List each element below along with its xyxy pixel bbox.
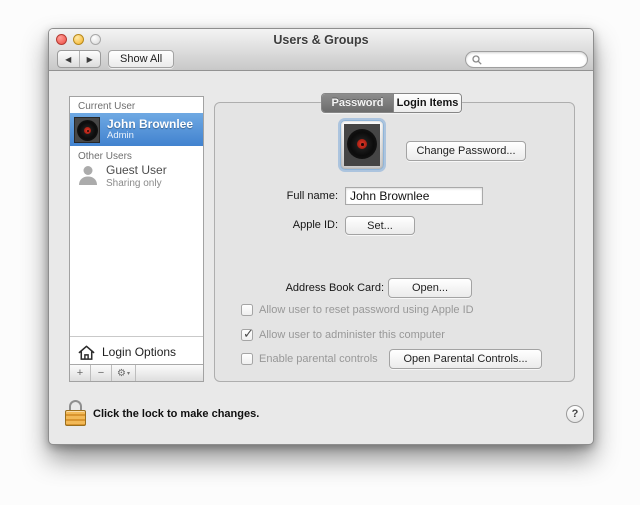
pane-tabs: Password Login Items <box>321 93 462 113</box>
user-list: Current User John Brownlee Admin Other U… <box>69 96 204 382</box>
change-password-button[interactable]: Change Password... <box>406 141 526 161</box>
vinyl-record-avatar <box>344 124 380 166</box>
checkmark-icon: ✓ <box>243 326 254 342</box>
gear-icon: ⚙ <box>117 368 126 379</box>
login-options-button[interactable]: Login Options <box>77 340 176 364</box>
help-button[interactable]: ? <box>566 405 584 423</box>
parental-controls-checkbox-label: Enable parental controls <box>259 353 378 365</box>
administer-checkbox-label: Allow user to administer this computer <box>259 329 445 341</box>
show-all-button[interactable]: Show All <box>108 50 174 68</box>
add-user-button[interactable]: + <box>70 365 91 381</box>
reset-password-checkbox-label: Allow user to reset password using Apple… <box>259 304 474 316</box>
person-silhouette-icon <box>76 163 100 187</box>
search-input[interactable] <box>485 54 575 66</box>
tab-password[interactable]: Password <box>322 94 393 112</box>
login-options-label: Login Options <box>102 345 176 359</box>
user-row-john-brownlee[interactable]: John Brownlee Admin <box>70 113 203 146</box>
actions-menu-button[interactable]: ⚙ ▾ <box>112 365 136 381</box>
lock-hint-text: Click the lock to make changes. <box>93 408 259 420</box>
back-button[interactable]: ◀ <box>58 51 80 67</box>
reset-password-checkbox[interactable] <box>241 304 253 316</box>
sidebar-divider <box>70 336 203 337</box>
forward-button[interactable]: ▶ <box>80 51 101 67</box>
remove-user-button[interactable]: − <box>91 365 112 381</box>
administer-checkbox-row: ✓ Allow user to administer this computer <box>241 328 445 342</box>
users-groups-window: Users & Groups ◀ ▶ Show All Current User… <box>48 28 594 445</box>
window-header: Users & Groups ◀ ▶ Show All <box>49 29 593 71</box>
user-role: Admin <box>107 131 193 141</box>
lock-icon[interactable] <box>65 400 87 427</box>
parental-controls-checkbox-row: Enable parental controls <box>241 352 378 366</box>
other-users-header: Other Users <box>78 151 132 162</box>
user-name: John Brownlee <box>107 118 193 131</box>
open-parental-controls-button[interactable]: Open Parental Controls... <box>389 349 542 369</box>
apple-id-set-button[interactable]: Set... <box>345 216 415 235</box>
guest-name: Guest User <box>106 164 167 178</box>
full-name-input[interactable] <box>345 187 483 205</box>
parental-controls-checkbox[interactable] <box>241 353 253 365</box>
user-picture-well[interactable] <box>340 120 384 170</box>
search-icon <box>472 55 482 65</box>
reset-password-checkbox-row: Allow user to reset password using Apple… <box>241 303 474 317</box>
tab-login-items[interactable]: Login Items <box>393 94 461 112</box>
full-name-label: Full name: <box>238 190 338 202</box>
forward-arrow-icon: ▶ <box>87 55 93 64</box>
home-icon <box>77 343 96 362</box>
current-user-header: Current User <box>78 101 135 112</box>
guest-role: Sharing only <box>106 178 167 190</box>
administer-checkbox[interactable]: ✓ <box>241 329 253 341</box>
user-avatar-vinyl <box>74 117 100 143</box>
window-title: Users & Groups <box>49 33 593 47</box>
user-row-guest[interactable]: Guest User Sharing only <box>76 163 167 189</box>
search-field[interactable] <box>465 51 588 68</box>
back-arrow-icon: ◀ <box>65 55 71 64</box>
history-nav: ◀ ▶ <box>57 50 101 68</box>
address-book-open-button[interactable]: Open... <box>388 278 472 298</box>
chevron-down-icon: ▾ <box>127 370 130 377</box>
apple-id-label: Apple ID: <box>238 219 338 231</box>
address-book-label: Address Book Card: <box>184 282 384 294</box>
user-list-actions: + − ⚙ ▾ <box>70 364 203 381</box>
